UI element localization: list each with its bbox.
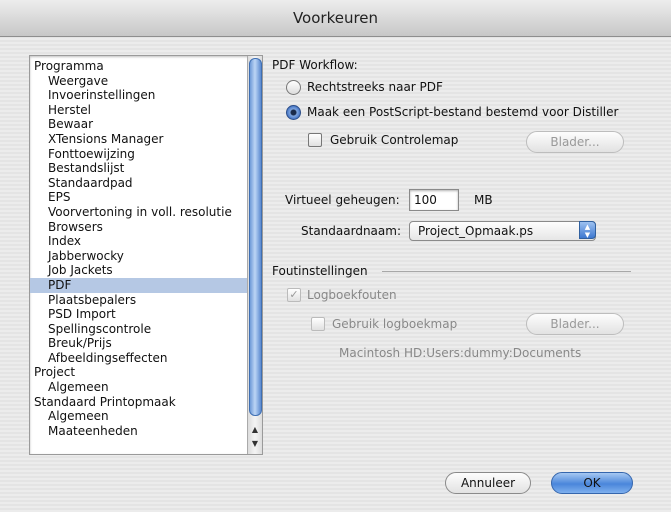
popup-arrows-icon: ▲ ▼ — [579, 221, 596, 239]
sidebar-item-jabberwocky[interactable]: Jabberwocky — [30, 249, 248, 264]
radio-postscript-distiller[interactable] — [286, 105, 301, 120]
scrollbar-thumb[interactable] — [249, 58, 262, 416]
sidebar-item-breuk-prijs[interactable]: Breuk/Prijs — [30, 336, 248, 351]
sidebar-item-algemeen[interactable]: Algemeen — [30, 409, 248, 424]
use-watched-folder-checkbox[interactable] — [308, 133, 322, 147]
radio-postscript-distiller-label[interactable]: Maak een PostScript-bestand bestemd voor… — [307, 105, 618, 119]
use-log-folder-checkbox[interactable] — [311, 317, 325, 331]
list-scrollbar[interactable]: ▲ ▼ — [247, 56, 262, 454]
category-list-items: Programma Weergave Invoerinstellingen Herst… — [30, 59, 248, 438]
default-name-popup[interactable]: Project_Opmaak.ps ▲ ▼ — [409, 221, 596, 241]
sidebar-item-job-jackets[interactable]: Job Jackets — [30, 263, 248, 278]
sidebar-item-herstel[interactable]: Herstel — [30, 103, 248, 118]
ok-button[interactable]: OK — [551, 472, 633, 494]
virtual-memory-unit: MB — [474, 193, 493, 207]
sidebar-item-bestandslijst[interactable]: Bestandslijst — [30, 161, 248, 176]
sidebar-item-programma[interactable]: Programma — [30, 59, 248, 74]
use-log-folder-label[interactable]: Gebruik logboekmap — [332, 317, 457, 331]
use-watched-folder-label[interactable]: Gebruik Controlemap — [330, 133, 458, 147]
window-title: Voorkeuren — [292, 9, 379, 27]
scroll-up-arrow-icon[interactable]: ▲ — [248, 423, 262, 437]
sidebar-item-spellingscontrole[interactable]: Spellingscontrole — [30, 322, 248, 337]
window-title-bar: Voorkeuren — [0, 0, 671, 37]
radio-direct-pdf-label[interactable]: Rechtstreeks naar PDF — [307, 80, 443, 94]
sidebar-item-bewaar[interactable]: Bewaar — [30, 117, 248, 132]
sidebar-item-fonttoewijzing[interactable]: Fonttoewijzing — [30, 147, 248, 162]
sidebar-item-standaardpad[interactable]: Standaardpad — [30, 176, 248, 191]
default-name-label: Standaardnaam: — [301, 224, 401, 238]
log-errors-checkbox[interactable]: ✓ — [287, 288, 301, 302]
log-errors-label[interactable]: Logboekfouten — [307, 288, 397, 302]
log-folder-path: Macintosh HD:Users:dummy:Documents — [339, 346, 582, 360]
sidebar-item-plaatsbepalers[interactable]: Plaatsbepalers — [30, 293, 248, 308]
browse-watched-folder-button[interactable]: Blader... — [526, 131, 624, 153]
default-name-value: Project_Opmaak.ps — [418, 224, 534, 238]
error-settings-heading: Foutinstellingen — [272, 264, 368, 278]
preferences-category-list[interactable]: Programma Weergave Invoerinstellingen Herst… — [29, 55, 263, 455]
sidebar-item-browsers[interactable]: Browsers — [30, 220, 248, 235]
sidebar-item-afbeeldingseffecten[interactable]: Afbeeldingseffecten — [30, 351, 248, 366]
sidebar-item-weergave[interactable]: Weergave — [30, 74, 248, 89]
sidebar-item-eps[interactable]: EPS — [30, 190, 248, 205]
sidebar-item-xtensions-manager[interactable]: XTensions Manager — [30, 132, 248, 147]
sidebar-item-project[interactable]: Project — [30, 365, 248, 380]
sidebar-item-algemeen[interactable]: Algemeen — [30, 380, 248, 395]
virtual-memory-input[interactable]: 100 — [409, 189, 459, 211]
radio-direct-pdf[interactable] — [286, 80, 301, 95]
sidebar-item-pdf[interactable]: PDF — [30, 277, 248, 293]
error-settings-divider — [382, 271, 631, 272]
virtual-memory-label: Virtueel geheugen: — [285, 193, 400, 207]
cancel-button[interactable]: Annuleer — [445, 472, 531, 494]
sidebar-item-index[interactable]: Index — [30, 234, 248, 249]
sidebar-item-maateenheden[interactable]: Maateenheden — [30, 424, 248, 439]
pdf-workflow-heading: PDF Workflow: — [272, 58, 358, 72]
sidebar-item-invoerinstellingen[interactable]: Invoerinstellingen — [30, 88, 248, 103]
browse-log-folder-button[interactable]: Blader... — [526, 313, 624, 335]
sidebar-item-psd-import[interactable]: PSD Import — [30, 307, 248, 322]
scroll-down-arrow-icon[interactable]: ▼ — [248, 437, 262, 451]
sidebar-item-voorvertoning-in-voll-resolutie[interactable]: Voorvertoning in voll. resolutie — [30, 205, 248, 220]
sidebar-item-standaard-printopmaak[interactable]: Standaard Printopmaak — [30, 395, 248, 410]
